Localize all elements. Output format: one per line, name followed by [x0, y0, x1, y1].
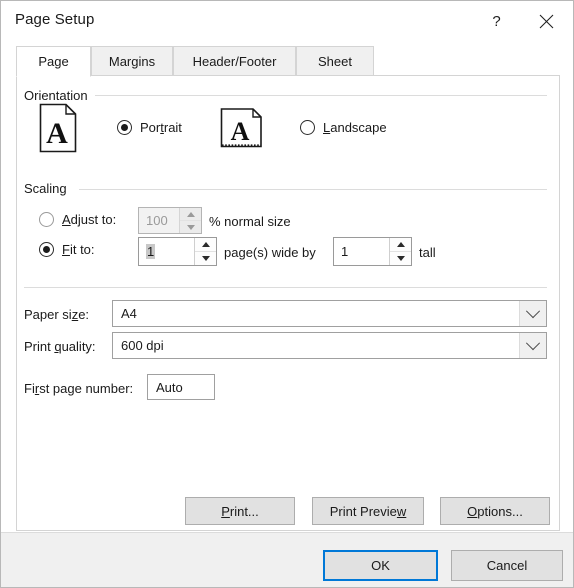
pages-wide-spin-down-icon[interactable]	[195, 252, 216, 265]
tab-sheet[interactable]: Sheet	[296, 46, 374, 76]
pages-tall-spin-buttons	[389, 238, 411, 265]
fit-to-label: Fit to:	[62, 242, 95, 257]
paper-size-label: Paper size:	[24, 307, 90, 322]
tab-sheet-label: Sheet	[318, 54, 352, 69]
pages-tall-spinner[interactable]: 1	[333, 237, 412, 266]
first-page-number-label: First page number:	[24, 381, 134, 396]
print-quality-value: 600 dpi	[121, 338, 164, 353]
page-tab-panel: Orientation A Portrait A Landscape Scali…	[16, 75, 560, 531]
portrait-radio-indicator	[117, 120, 132, 135]
scaling-bottom-rule	[24, 287, 547, 288]
scaling-group-rule	[79, 189, 547, 190]
pages-wide-spin-up-icon[interactable]	[195, 238, 216, 252]
orientation-group-label: Orientation	[24, 88, 95, 103]
radio-fit-to[interactable]: Fit to:	[39, 242, 95, 257]
adjust-to-spin-buttons	[179, 208, 201, 233]
options-button[interactable]: Options...	[440, 497, 550, 525]
chevron-down-icon[interactable]	[519, 333, 546, 358]
portrait-label: Portrait	[140, 120, 182, 135]
print-quality-combobox[interactable]: 600 dpi	[112, 332, 547, 359]
adjust-to-spin-up-icon[interactable]	[180, 208, 201, 221]
tab-strip: Page Margins Header/Footer Sheet	[16, 46, 560, 77]
tab-page[interactable]: Page	[16, 46, 91, 77]
pages-tall-spin-down-icon[interactable]	[390, 252, 411, 265]
tab-margins-label: Margins	[108, 54, 156, 69]
adjust-to-spinner[interactable]: 100	[138, 207, 202, 234]
radio-portrait[interactable]: Portrait	[117, 120, 182, 135]
tab-page-label: Page	[38, 54, 69, 69]
close-icon[interactable]	[524, 1, 569, 42]
pages-tall-spin-up-icon[interactable]	[390, 238, 411, 252]
chevron-down-icon[interactable]	[519, 301, 546, 326]
landscape-label: Landscape	[323, 120, 387, 135]
fit-to-radio-indicator	[39, 242, 54, 257]
landscape-page-icon: A	[220, 108, 262, 148]
adjust-to-value[interactable]: 100	[139, 208, 179, 233]
print-preview-button[interactable]: Print Preview	[312, 497, 424, 525]
close-glyph	[539, 14, 554, 29]
adjust-to-label: Adjust to:	[62, 212, 117, 227]
print-button[interactable]: Print...	[185, 497, 295, 525]
svg-text:A: A	[46, 117, 68, 150]
pages-tall-value[interactable]: 1	[334, 238, 389, 265]
first-page-number-input[interactable]: Auto	[147, 374, 215, 400]
tab-header-footer[interactable]: Header/Footer	[173, 46, 296, 76]
print-preview-button-label: Print Preview	[329, 503, 407, 519]
radio-landscape[interactable]: Landscape	[300, 120, 387, 135]
tab-margins[interactable]: Margins	[91, 46, 173, 76]
help-icon[interactable]: ?	[474, 1, 519, 42]
orientation-group-rule	[95, 95, 547, 96]
page-setup-dialog: Page Setup ? Page Margins Header/Footer …	[0, 0, 574, 588]
scaling-group-label: Scaling	[24, 181, 74, 196]
pages-wide-spinner[interactable]: 1	[138, 237, 217, 266]
portrait-page-icon: A	[39, 103, 77, 153]
landscape-radio-indicator	[300, 120, 315, 135]
help-glyph: ?	[492, 13, 501, 30]
pages-wide-spin-buttons	[194, 238, 216, 265]
options-button-label: Options...	[467, 503, 523, 519]
ok-button[interactable]: OK	[323, 550, 438, 581]
adjust-to-suffix: % normal size	[209, 214, 291, 229]
dialog-title: Page Setup	[15, 11, 95, 28]
print-quality-label: Print quality:	[24, 339, 96, 354]
paper-size-value: A4	[121, 306, 137, 321]
cancel-button-label: Cancel	[486, 558, 528, 573]
adjust-to-spin-down-icon[interactable]	[180, 221, 201, 233]
paper-size-combobox[interactable]: A4	[112, 300, 547, 327]
adjust-to-radio-indicator	[39, 212, 54, 227]
svg-text:A: A	[231, 117, 250, 146]
tab-header-footer-label: Header/Footer	[192, 54, 277, 69]
pages-wide-by-label: page(s) wide by	[224, 245, 316, 260]
cancel-button[interactable]: Cancel	[451, 550, 563, 581]
print-button-label: Print...	[221, 503, 259, 519]
ok-button-label: OK	[371, 558, 390, 573]
radio-adjust-to[interactable]: Adjust to:	[39, 212, 116, 227]
dialog-footer: OK Cancel	[1, 532, 573, 587]
pages-wide-value[interactable]: 1	[139, 238, 194, 265]
pages-tall-suffix: tall	[419, 245, 436, 260]
title-bar: Page Setup ?	[1, 1, 573, 42]
